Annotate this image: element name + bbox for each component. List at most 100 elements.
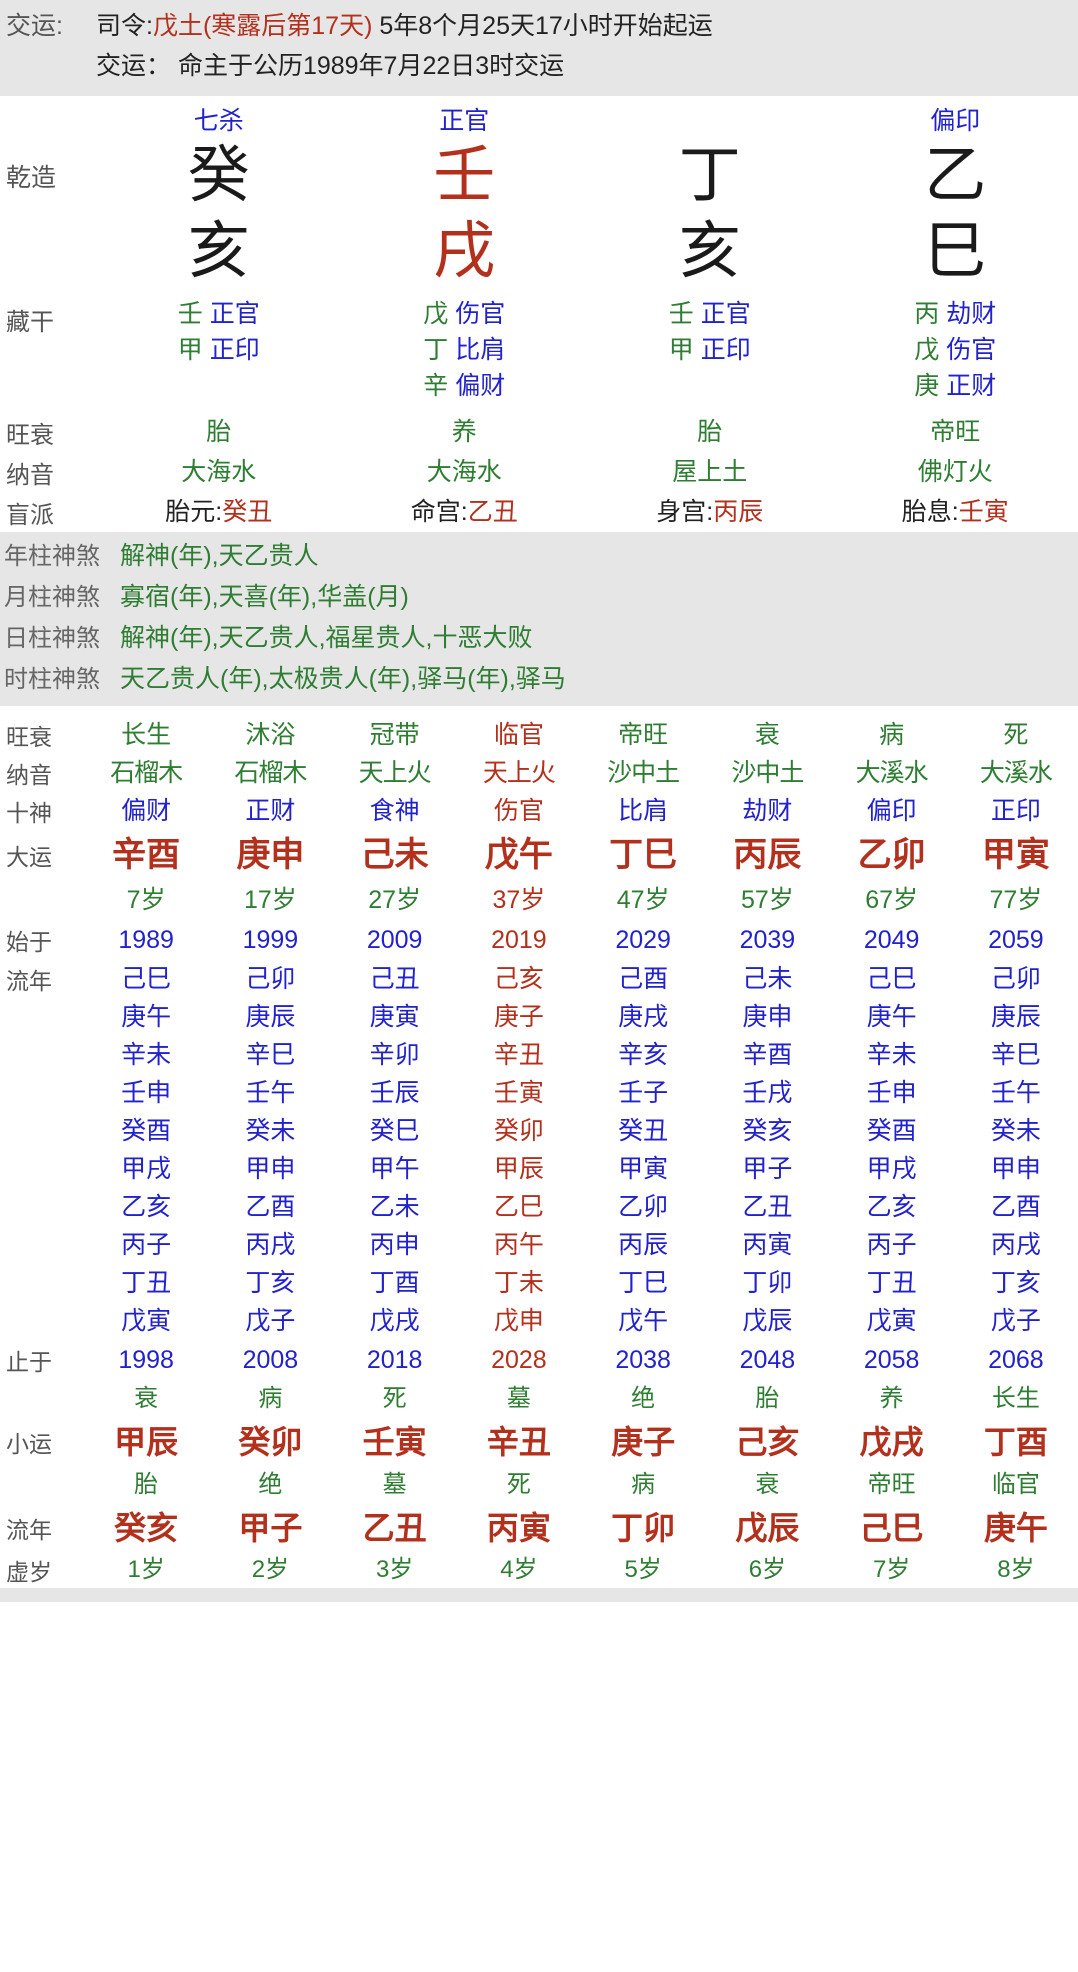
dayun-start-year-cell[interactable]: 2019 xyxy=(457,920,581,960)
dayun-start-year-cell[interactable]: 2059 xyxy=(954,920,1078,960)
dayun-pillar-cell[interactable]: 庚申 xyxy=(208,830,332,880)
liunian-cell[interactable]: 戊寅 xyxy=(84,1302,208,1340)
dayun-end-year-cell[interactable]: 2018 xyxy=(333,1340,457,1380)
liunian-cell[interactable]: 丁巳 xyxy=(581,1264,705,1302)
dayun-wangshuai-cell[interactable]: 衰 xyxy=(705,716,829,754)
liunian-cell[interactable]: 丁未 xyxy=(457,1264,581,1302)
xusui-cell[interactable]: 7岁 xyxy=(830,1552,954,1588)
liunian-cell[interactable]: 乙卯 xyxy=(581,1188,705,1226)
xiaoyun-state-low-cell[interactable]: 衰 xyxy=(705,1466,829,1504)
dayun-age-cell[interactable]: 77岁 xyxy=(954,880,1078,920)
dayun-shishen-cell[interactable]: 正印 xyxy=(954,792,1078,830)
dayun-age-cell[interactable]: 47岁 xyxy=(581,880,705,920)
dayun-wangshuai-cell[interactable]: 长生 xyxy=(84,716,208,754)
liunian-cell[interactable]: 己亥 xyxy=(457,960,581,998)
dayun-nayin-cell[interactable]: 天上火 xyxy=(457,754,581,792)
liunian-cell[interactable]: 壬申 xyxy=(84,1074,208,1112)
dayun-pillar-cell[interactable]: 乙卯 xyxy=(830,830,954,880)
liunian-cell[interactable]: 乙亥 xyxy=(830,1188,954,1226)
liunian-cell[interactable]: 丙寅 xyxy=(705,1226,829,1264)
liunian-cell[interactable]: 己巳 xyxy=(84,960,208,998)
bottom-liunian-cell[interactable]: 庚午 xyxy=(954,1504,1078,1552)
bottom-liunian-cell[interactable]: 戊辰 xyxy=(705,1504,829,1552)
dayun-shishen-cell[interactable]: 食神 xyxy=(333,792,457,830)
dayun-shishen-cell[interactable]: 比肩 xyxy=(581,792,705,830)
liunian-cell[interactable]: 乙酉 xyxy=(954,1188,1078,1226)
xiaoyun-state-low-cell[interactable]: 病 xyxy=(581,1466,705,1504)
liunian-cell[interactable]: 丁丑 xyxy=(84,1264,208,1302)
liunian-cell[interactable]: 己酉 xyxy=(581,960,705,998)
liunian-cell[interactable]: 乙未 xyxy=(333,1188,457,1226)
branch-day[interactable]: 亥 xyxy=(587,214,833,290)
liunian-cell[interactable]: 丁卯 xyxy=(705,1264,829,1302)
xiaoyun-state-low-cell[interactable]: 墓 xyxy=(333,1466,457,1504)
liunian-cell[interactable]: 辛未 xyxy=(84,1036,208,1074)
xiaoyun-cell[interactable]: 壬寅 xyxy=(333,1418,457,1466)
dayun-shishen-cell[interactable]: 偏财 xyxy=(84,792,208,830)
liunian-cell[interactable]: 戊申 xyxy=(457,1302,581,1340)
stem-year[interactable]: 癸 xyxy=(96,138,342,214)
bottom-liunian-cell[interactable]: 甲子 xyxy=(208,1504,332,1552)
bottom-liunian-cell[interactable]: 乙丑 xyxy=(333,1504,457,1552)
liunian-cell[interactable]: 甲辰 xyxy=(457,1150,581,1188)
liunian-cell[interactable]: 乙丑 xyxy=(705,1188,829,1226)
liunian-cell[interactable]: 壬子 xyxy=(581,1074,705,1112)
liunian-cell[interactable]: 癸酉 xyxy=(830,1112,954,1150)
liunian-cell[interactable]: 庚子 xyxy=(457,998,581,1036)
dayun-pillar-cell[interactable]: 己未 xyxy=(333,830,457,880)
liunian-cell[interactable]: 戊午 xyxy=(581,1302,705,1340)
dayun-nayin-cell[interactable]: 大溪水 xyxy=(830,754,954,792)
liunian-cell[interactable]: 戊戌 xyxy=(333,1302,457,1340)
liunian-cell[interactable]: 甲寅 xyxy=(581,1150,705,1188)
liunian-cell[interactable]: 癸丑 xyxy=(581,1112,705,1150)
dayun-wangshuai-cell[interactable]: 病 xyxy=(830,716,954,754)
xiaoyun-cell[interactable]: 己亥 xyxy=(705,1418,829,1466)
xusui-cell[interactable]: 6岁 xyxy=(705,1552,829,1588)
liunian-cell[interactable]: 壬午 xyxy=(954,1074,1078,1112)
xiaoyun-state-low-cell[interactable]: 死 xyxy=(457,1466,581,1504)
liunian-cell[interactable]: 甲戌 xyxy=(84,1150,208,1188)
xiaoyun-state-top-cell[interactable]: 衰 xyxy=(84,1380,208,1418)
dayun-shishen-cell[interactable]: 劫财 xyxy=(705,792,829,830)
dayun-age-cell[interactable]: 67岁 xyxy=(830,880,954,920)
liunian-cell[interactable]: 丙午 xyxy=(457,1226,581,1264)
dayun-start-year-cell[interactable]: 2009 xyxy=(333,920,457,960)
liunian-cell[interactable]: 丙子 xyxy=(830,1226,954,1264)
liunian-cell[interactable]: 癸未 xyxy=(954,1112,1078,1150)
dayun-wangshuai-cell[interactable]: 帝旺 xyxy=(581,716,705,754)
dayun-shishen-cell[interactable]: 正财 xyxy=(208,792,332,830)
dayun-start-year-cell[interactable]: 1989 xyxy=(84,920,208,960)
xiaoyun-cell[interactable]: 癸卯 xyxy=(208,1418,332,1466)
dayun-pillar-cell[interactable]: 戊午 xyxy=(457,830,581,880)
liunian-cell[interactable]: 己巳 xyxy=(830,960,954,998)
dayun-nayin-cell[interactable]: 大溪水 xyxy=(954,754,1078,792)
liunian-cell[interactable]: 甲午 xyxy=(333,1150,457,1188)
bottom-liunian-cell[interactable]: 丙寅 xyxy=(457,1504,581,1552)
liunian-cell[interactable]: 乙巳 xyxy=(457,1188,581,1226)
xiaoyun-state-top-cell[interactable]: 病 xyxy=(208,1380,332,1418)
dayun-age-cell[interactable]: 7岁 xyxy=(84,880,208,920)
xiaoyun-cell[interactable]: 戊戌 xyxy=(830,1418,954,1466)
bottom-liunian-cell[interactable]: 己巳 xyxy=(830,1504,954,1552)
liunian-cell[interactable]: 庚午 xyxy=(84,998,208,1036)
stem-day[interactable]: 丁 xyxy=(587,138,833,214)
branch-hour[interactable]: 巳 xyxy=(833,214,1078,290)
liunian-cell[interactable]: 丙戌 xyxy=(208,1226,332,1264)
dayun-end-year-cell[interactable]: 2008 xyxy=(208,1340,332,1380)
dayun-nayin-cell[interactable]: 沙中土 xyxy=(581,754,705,792)
xiaoyun-state-low-cell[interactable]: 临官 xyxy=(954,1466,1078,1504)
liunian-cell[interactable]: 癸酉 xyxy=(84,1112,208,1150)
liunian-cell[interactable]: 辛巳 xyxy=(208,1036,332,1074)
dayun-pillar-cell[interactable]: 甲寅 xyxy=(954,830,1078,880)
xusui-cell[interactable]: 8岁 xyxy=(954,1552,1078,1588)
dayun-nayin-cell[interactable]: 石榴木 xyxy=(208,754,332,792)
branch-year[interactable]: 亥 xyxy=(96,214,342,290)
liunian-cell[interactable]: 壬午 xyxy=(208,1074,332,1112)
liunian-cell[interactable]: 辛卯 xyxy=(333,1036,457,1074)
liunian-cell[interactable]: 丙辰 xyxy=(581,1226,705,1264)
liunian-cell[interactable]: 癸卯 xyxy=(457,1112,581,1150)
dayun-wangshuai-cell[interactable]: 临官 xyxy=(457,716,581,754)
dayun-wangshuai-cell[interactable]: 冠带 xyxy=(333,716,457,754)
liunian-cell[interactable]: 戊辰 xyxy=(705,1302,829,1340)
liunian-cell[interactable]: 癸未 xyxy=(208,1112,332,1150)
